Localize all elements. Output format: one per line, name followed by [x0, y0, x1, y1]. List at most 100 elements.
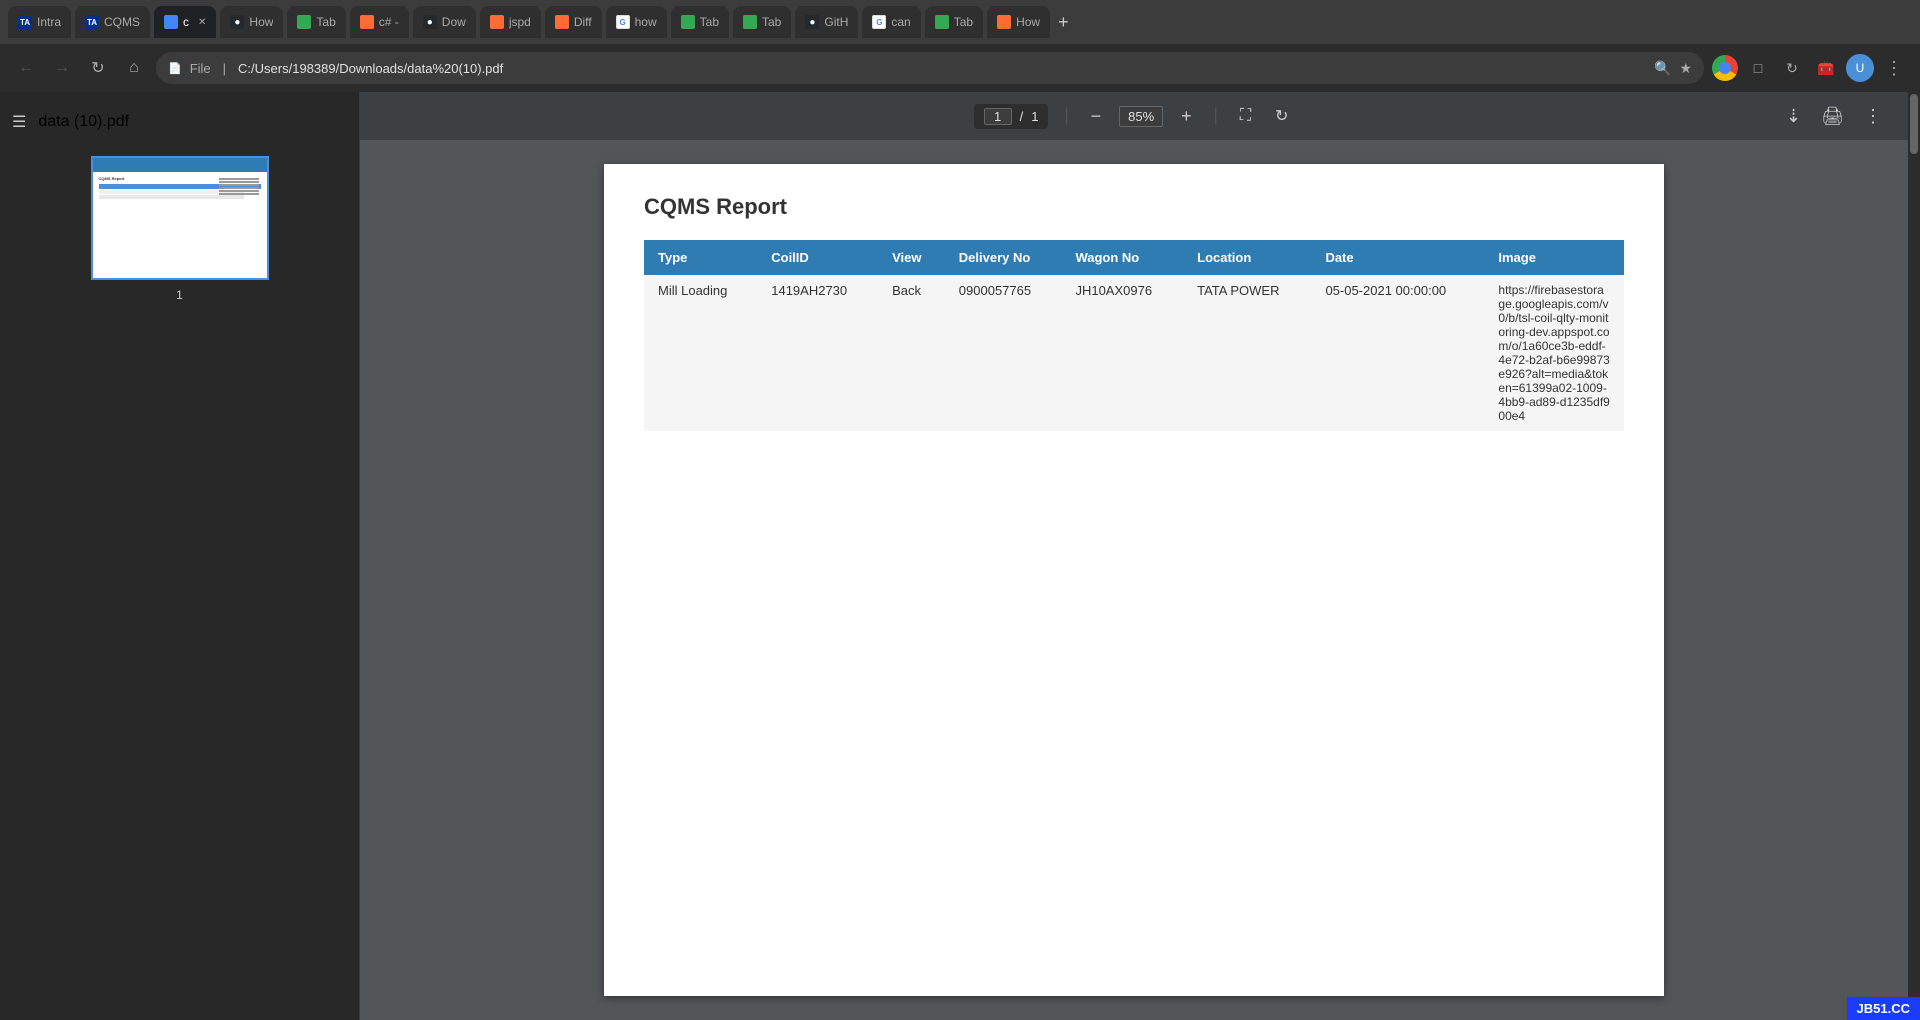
cell-wagon-no: JH10AX0976: [1061, 275, 1183, 431]
col-header-date: Date: [1311, 240, 1484, 275]
tab-intra[interactable]: TA Intra: [8, 6, 71, 38]
profile-avatar[interactable]: U: [1846, 54, 1874, 82]
tab-git[interactable]: ● GitH: [795, 6, 858, 38]
fit-page-button[interactable]: ⛶: [1234, 103, 1257, 129]
refresh-icon[interactable]: ↻: [1778, 54, 1806, 82]
col-header-delivery: Delivery No: [945, 240, 1062, 275]
tab-tab3-favicon: [743, 15, 757, 29]
rotate-button[interactable]: ↻: [1269, 102, 1294, 130]
sidebar-panel: ☰ data (10).pdf CQMS Report: [0, 92, 360, 1020]
cell-date: 05-05-2021 00:00:00: [1311, 275, 1484, 431]
tab-intra-favicon: TA: [18, 15, 32, 29]
file-icon: 📄: [168, 62, 182, 75]
forward-button[interactable]: →: [48, 54, 76, 82]
pdf-right-controls: ⇣ 🖨 ⋮: [1780, 102, 1888, 131]
thumb-header: [93, 158, 267, 172]
tab-active-favicon: [164, 15, 178, 29]
tab-how-favicon: ●: [230, 15, 244, 29]
tab-tab4-label: Tab: [954, 15, 973, 29]
cell-image-url: https://firebasestorage.googleapis.com/v…: [1484, 275, 1624, 431]
table-header-row: Type CoilID View Delivery No Wagon No Lo…: [644, 240, 1624, 275]
address-bar[interactable]: 📄 File | C:/Users/198389/Downloads/data%…: [156, 52, 1704, 84]
col-header-type: Type: [644, 240, 757, 275]
tab-intra-label: Intra: [37, 15, 61, 29]
tab-how2[interactable]: How: [987, 6, 1050, 38]
star-icon[interactable]: ★: [1679, 60, 1692, 77]
tab-diff-label: Diff: [574, 15, 592, 29]
page-separator: /: [1020, 109, 1024, 124]
browser-scrollbar[interactable]: [1908, 92, 1920, 1020]
download-button[interactable]: ⇣: [1780, 102, 1807, 131]
tab-dow[interactable]: ● Dow: [413, 6, 476, 38]
browser-toolbar: ← → ↻ ⌂ 📄 File | C:/Users/198389/Downloa…: [0, 44, 1920, 92]
cell-view: Back: [878, 275, 945, 431]
tab-bar: TA Intra TA CQMS c ✕ ● How Tab c# - ● Do…: [0, 0, 1920, 44]
tab-git-label: GitH: [824, 15, 848, 29]
thumb-line-6: [219, 193, 259, 195]
more-options-button[interactable]: ⋮: [1858, 102, 1888, 131]
pdf-title: data (10).pdf: [38, 113, 129, 131]
thumbnail-inner: CQMS Report: [93, 158, 267, 278]
tab-close-icon[interactable]: ✕: [198, 17, 206, 28]
tab-tab2[interactable]: Tab: [671, 6, 729, 38]
back-button[interactable]: ←: [12, 54, 40, 82]
search-icon: 🔍: [1654, 60, 1671, 77]
thumb-line-2: [219, 181, 259, 183]
home-button[interactable]: ⌂: [120, 54, 148, 82]
col-header-wagon: Wagon No: [1061, 240, 1183, 275]
col-header-view: View: [878, 240, 945, 275]
tab-cqms[interactable]: TA CQMS: [75, 6, 150, 38]
tab-tab4[interactable]: Tab: [925, 6, 983, 38]
tab-git-favicon: ●: [805, 15, 819, 29]
main-area: ☰ data (10).pdf CQMS Report: [0, 92, 1920, 1020]
page-thumbnail[interactable]: CQMS Report: [91, 156, 269, 280]
tab-ghow-favicon: G: [616, 15, 630, 29]
tab-dow-favicon: ●: [423, 15, 437, 29]
extensions-icon[interactable]: 🧰: [1812, 54, 1840, 82]
tab-sharp-label: c# -: [379, 15, 399, 29]
hamburger-menu-icon[interactable]: ☰: [12, 112, 26, 132]
divider-1: |: [1064, 107, 1068, 125]
screen-share-icon[interactable]: □: [1744, 54, 1772, 82]
thumbnail-area: CQMS Report 1: [75, 140, 285, 318]
tab-cqms-label: CQMS: [104, 15, 140, 29]
pdf-viewer-area: / 1 | − 85% + | ⛶ ↻ ⇣ 🖨 ⋮ CQMS Report: [360, 92, 1908, 1020]
scrollbar-thumb[interactable]: [1910, 94, 1918, 154]
zoom-level-display[interactable]: 85%: [1119, 106, 1163, 127]
cell-delivery-no: 0900057765: [945, 275, 1062, 431]
tab-tab1[interactable]: Tab: [287, 6, 345, 38]
tab-tab1-label: Tab: [316, 15, 335, 29]
thumb-line-3: [219, 184, 259, 186]
tab-active-pdf[interactable]: c ✕: [154, 6, 216, 38]
menu-icon[interactable]: ⋮: [1880, 54, 1908, 82]
print-button[interactable]: 🖨: [1815, 102, 1850, 131]
address-prefix: File: [190, 61, 211, 76]
cell-coilid: 1419AH2730: [757, 275, 878, 431]
pdf-content-scroll[interactable]: CQMS Report Type CoilID View Delivery No…: [360, 140, 1908, 1020]
tab-ghow[interactable]: G how: [606, 6, 667, 38]
zoom-out-button[interactable]: −: [1085, 104, 1108, 129]
tab-sharp-favicon: [360, 15, 374, 29]
tab-how[interactable]: ● How: [220, 6, 283, 38]
tab-diff[interactable]: Diff: [545, 6, 602, 38]
tab-jspd-label: jspd: [509, 15, 531, 29]
tab-jspd-favicon: [490, 15, 504, 29]
tab-sharp[interactable]: c# -: [350, 6, 409, 38]
tab-tab3[interactable]: Tab: [733, 6, 791, 38]
tab-can[interactable]: G can: [862, 6, 920, 38]
page-controls: / 1: [974, 104, 1049, 129]
address-text: C:/Users/198389/Downloads/data%20(10).pd…: [238, 61, 1646, 76]
tab-tab1-favicon: [297, 15, 311, 29]
zoom-in-button[interactable]: +: [1175, 104, 1198, 129]
thumb-line-4: [219, 187, 259, 189]
cell-type: Mill Loading: [644, 275, 757, 431]
reload-button[interactable]: ↻: [84, 54, 112, 82]
tab-tab2-favicon: [681, 15, 695, 29]
pdf-page: CQMS Report Type CoilID View Delivery No…: [604, 164, 1664, 996]
report-title: CQMS Report: [644, 194, 1624, 220]
tab-jspd[interactable]: jspd: [480, 6, 541, 38]
page-number-input[interactable]: [984, 108, 1012, 125]
new-tab-button[interactable]: +: [1058, 12, 1069, 33]
divider-2: |: [1214, 107, 1218, 125]
thumb-line-1: [219, 178, 259, 180]
